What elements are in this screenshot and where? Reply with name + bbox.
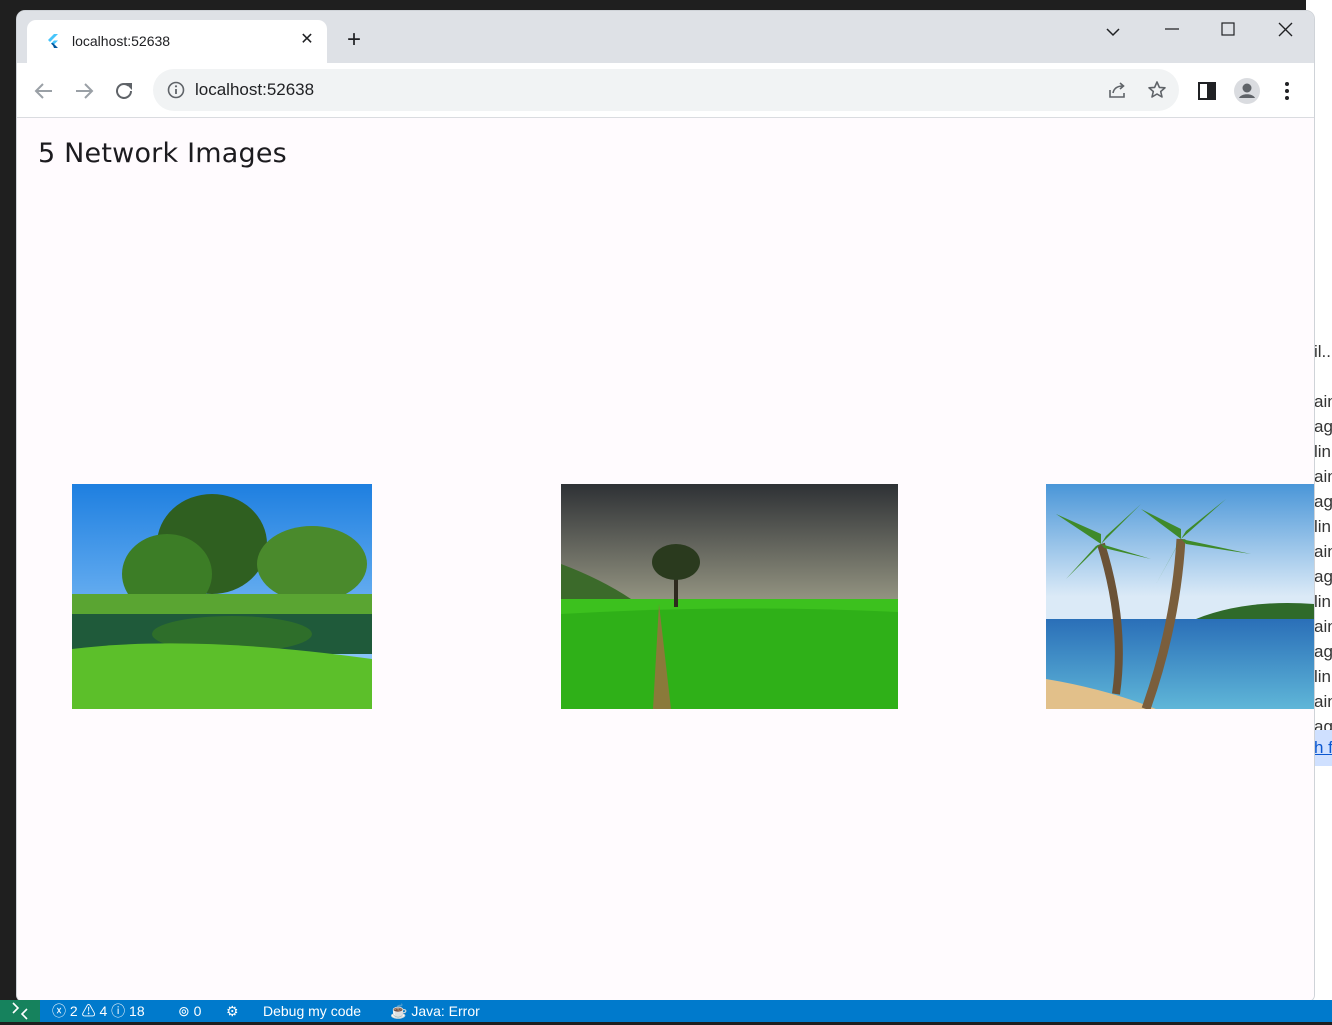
- profile-avatar-icon[interactable]: [1234, 78, 1260, 104]
- debug-launch-icon[interactable]: ⚙: [226, 1002, 239, 1020]
- network-image-palms: [1046, 484, 1314, 709]
- share-icon[interactable]: [1107, 80, 1127, 100]
- tab-title: localhost:52638: [72, 33, 171, 49]
- info-count: 18: [129, 1003, 145, 1019]
- editor-text-fragment: ag: [1314, 642, 1332, 661]
- ports-count: 0: [193, 1003, 202, 1019]
- tab-strip: localhost:52638 ✕ +: [17, 11, 1314, 63]
- editor-text-fragment: ain: [1314, 542, 1332, 561]
- broadcast-icon: ⊚: [178, 1003, 190, 1019]
- editor-text-fragment: lin: [1314, 442, 1332, 461]
- editor-text-fragment: lin: [1314, 517, 1332, 536]
- editor-text-fragment: lin: [1314, 592, 1332, 611]
- editor-text-fragment: ain: [1314, 692, 1332, 711]
- info-icon[interactable]: [167, 81, 185, 99]
- back-arrow-icon[interactable]: [30, 77, 58, 105]
- ports-indicator[interactable]: ⊚ 0: [178, 1002, 201, 1020]
- network-image-riverside: [72, 484, 372, 709]
- address-bar[interactable]: localhost:52638: [153, 69, 1179, 111]
- browser-toolbar: localhost:52638: [17, 63, 1314, 118]
- error-count: 2: [69, 1003, 78, 1019]
- editor-text-fragment: ain: [1314, 392, 1332, 411]
- forward-arrow-icon[interactable]: [70, 77, 98, 105]
- browser-window: localhost:52638 ✕ + localhost:52638 5 Ne…: [17, 11, 1314, 1001]
- editor-text-fragment: lin: [1314, 667, 1332, 686]
- status-bar: ⓧ 2 ⚠ 4 ⓘ 18 ⊚ 0 ⚙ Debug my code ☕ Java:…: [0, 1000, 1332, 1022]
- kebab-menu-icon[interactable]: [1279, 80, 1295, 102]
- bookmark-star-icon[interactable]: [1147, 80, 1167, 100]
- java-status[interactable]: ☕ Java: Error: [390, 1002, 480, 1020]
- java-status-label: Java: Error: [411, 1003, 480, 1019]
- info-status-icon: ⓘ: [111, 1003, 126, 1019]
- editor-text-fragment: ag: [1314, 492, 1332, 511]
- editor-text-fragment: ain: [1314, 467, 1332, 486]
- close-icon[interactable]: [1267, 19, 1303, 47]
- minimize-icon[interactable]: [1154, 19, 1190, 47]
- editor-text-fragment: ag: [1314, 417, 1332, 436]
- editor-text-fragment: il..: [1314, 342, 1331, 361]
- problems-indicator[interactable]: ⓧ 2 ⚠ 4 ⓘ 18: [52, 1002, 145, 1020]
- warning-icon: ⚠: [81, 1003, 96, 1019]
- flutter-icon: [48, 34, 58, 48]
- page-content: 5 Network Images: [17, 118, 1314, 1001]
- coffee-icon: ☕: [390, 1003, 408, 1019]
- editor-text-fragment: ag: [1314, 567, 1332, 586]
- network-image-field: [561, 484, 898, 709]
- url-text[interactable]: localhost:52638: [195, 80, 314, 100]
- editor-text-fragment: ain: [1314, 617, 1332, 636]
- reload-icon[interactable]: [110, 77, 138, 105]
- warning-count: 4: [99, 1003, 108, 1019]
- chevron-down-icon[interactable]: [1095, 19, 1131, 47]
- side-panel-icon[interactable]: [1197, 81, 1217, 101]
- tab-close-icon[interactable]: ✕: [297, 30, 317, 50]
- browser-tab[interactable]: localhost:52638 ✕: [27, 20, 327, 63]
- editor-link-fragment[interactable]: h f: [1314, 730, 1332, 766]
- page-title: 5 Network Images: [38, 138, 287, 169]
- debug-config[interactable]: Debug my code: [263, 1002, 361, 1020]
- remote-button[interactable]: [0, 1000, 40, 1022]
- error-icon: ⓧ: [52, 1003, 66, 1019]
- new-tab-button[interactable]: +: [342, 28, 366, 53]
- remote-icon: [12, 1002, 28, 1020]
- maximize-icon[interactable]: [1210, 19, 1246, 47]
